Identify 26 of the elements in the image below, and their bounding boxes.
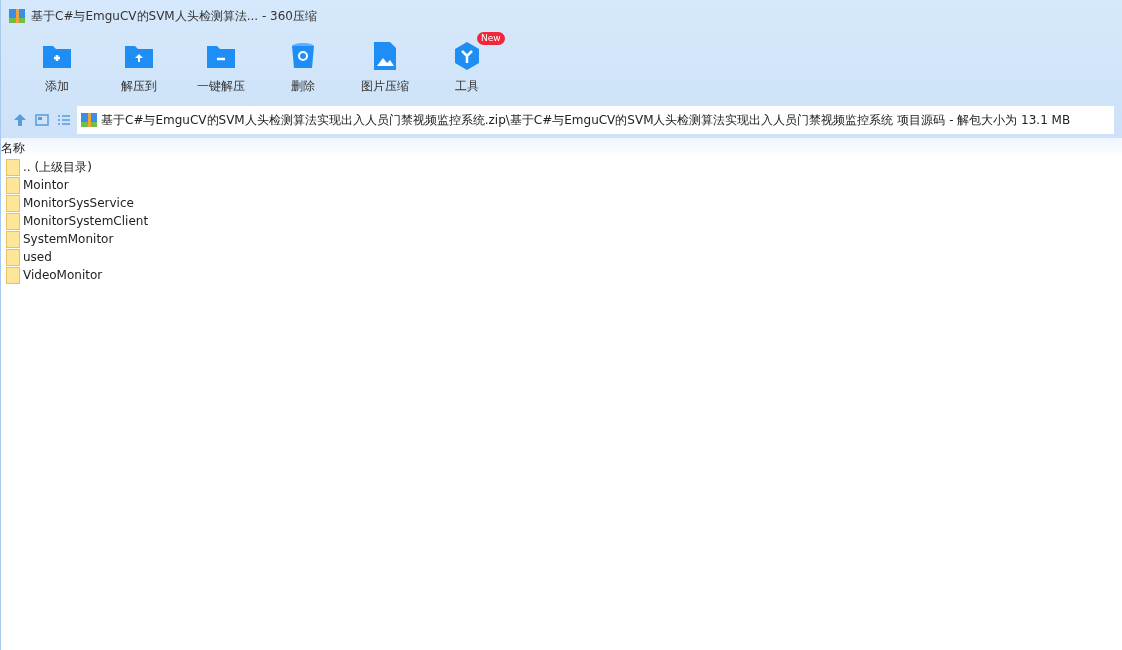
folder-icon [6, 176, 20, 194]
toolbar-button[interactable]: 解压到 [99, 32, 179, 102]
folder-name[interactable]: SystemMonitor [23, 232, 114, 246]
folder-icon [6, 158, 20, 176]
folder-icon [6, 194, 20, 212]
folder-name[interactable]: VideoMonitor [23, 268, 103, 282]
folder-name[interactable]: .. (上级目录) [23, 158, 92, 176]
folder-icon [6, 230, 20, 248]
folder-icon [6, 212, 20, 230]
folder-icon [6, 266, 20, 284]
address-bar[interactable]: 基于C#与EmguCV的SVM人头检测算法实现出入人员门禁视频监控系统.zip\基于C#与EmguCV的SVM人头检测算法实现出入人员门禁视频监控系统 项目源码 - 解包大小为 13.1 MB [77, 106, 1114, 134]
window-title: 基于C#与EmguCV的SVM人头检测算法... - 360压缩 [31, 7, 317, 25]
toolbar-button[interactable]: 删除 [263, 32, 343, 102]
thumbnail-view-icon[interactable] [33, 111, 51, 129]
folder-name[interactable]: Mointor [23, 178, 69, 192]
toolbar-button[interactable]: 图片压缩 [345, 32, 425, 102]
toolbar-button[interactable]: 工具 New [427, 32, 507, 102]
toolbar-button[interactable]: 一键解压 [181, 32, 261, 102]
toolbar-button[interactable]: 添加 [17, 32, 97, 102]
new-badge: New [477, 32, 505, 45]
folder-name[interactable]: MonitorSysService [23, 196, 134, 210]
folder-icon [6, 248, 20, 266]
folder-name[interactable]: MonitorSystemClient [23, 214, 149, 228]
archive-icon [9, 8, 25, 24]
archive-icon [81, 112, 97, 128]
folder-name[interactable]: used [23, 250, 52, 264]
